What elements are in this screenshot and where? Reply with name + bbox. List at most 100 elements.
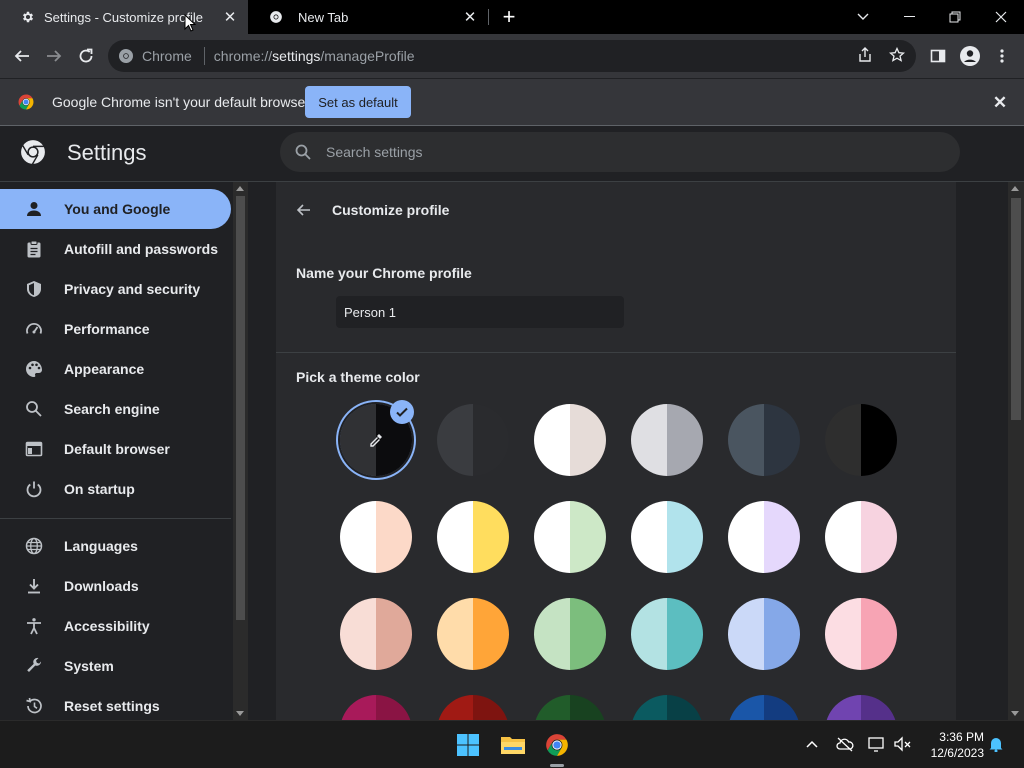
theme-color-swatch[interactable] [340,598,412,670]
main-scrollbar[interactable] [1008,182,1024,720]
chrome-taskbar-icon[interactable] [541,729,573,761]
theme-color-swatch[interactable] [437,501,509,573]
sidebar-item-system[interactable]: System [0,646,231,686]
theme-color-swatch[interactable] [728,598,800,670]
theme-color-swatch[interactable] [534,501,606,573]
network-icon[interactable] [868,736,886,754]
wrench-icon [24,656,44,676]
sidebar-item-label: Privacy and security [64,281,201,297]
minimize-button[interactable] [886,0,932,34]
reload-button[interactable] [72,42,100,70]
theme-color-label: Pick a theme color [296,369,420,385]
share-icon[interactable] [857,47,875,65]
url-host: settings [272,48,321,64]
sidebar-item-autofill[interactable]: Autofill and passwords [0,229,231,269]
theme-color-swatch[interactable] [534,404,606,476]
scrollbar-thumb[interactable] [236,196,245,620]
theme-color-swatch[interactable] [340,501,412,573]
omnibox-divider [203,47,205,65]
sidebar-item-reset-settings[interactable]: Reset settings [0,686,231,720]
power-icon [24,479,44,499]
scroll-down-arrow-icon[interactable] [236,711,244,716]
globe-icon [24,536,44,556]
onedrive-icon[interactable] [836,736,854,754]
theme-color-swatch[interactable] [631,695,703,720]
profile-avatar-icon[interactable] [956,42,984,70]
theme-color-swatch[interactable] [437,404,509,476]
theme-color-swatch[interactable] [437,695,509,720]
sidebar-item-label: Accessibility [64,618,150,634]
tab-settings[interactable]: Settings - Customize profile ✕ [0,0,248,34]
sidebar-item-search-engine[interactable]: Search engine [0,389,231,429]
sidebar-item-label: Autofill and passwords [64,241,219,257]
side-panel-icon[interactable] [924,42,952,70]
scrollbar-thumb[interactable] [1011,198,1021,420]
clock-date: 12/6/2023 [930,746,984,760]
theme-color-swatch[interactable] [825,695,897,720]
theme-color-swatch[interactable] [825,404,897,476]
close-tab-icon[interactable]: ✕ [460,7,480,27]
tab-divider [488,9,489,25]
forward-button[interactable] [40,42,68,70]
gear-icon [20,9,36,25]
theme-color-swatch[interactable] [340,695,412,720]
sidebar-item-downloads[interactable]: Downloads [0,566,231,606]
theme-color-swatch[interactable] [534,695,606,720]
sidebar-item-on-startup[interactable]: On startup [0,469,231,509]
search-icon [294,143,312,161]
toolbar: Chrome chrome://settings/manageProfile [0,34,1024,78]
chevron-up-icon[interactable] [804,736,822,754]
notification-bell-icon[interactable] [988,736,1006,754]
sidebar-item-appearance[interactable]: Appearance [0,349,231,389]
profile-name-input[interactable]: Person 1 [336,296,624,328]
restore-button[interactable] [932,0,978,34]
close-window-button[interactable] [978,0,1024,34]
chrome-logo-icon [17,93,35,111]
sidebar-item-accessibility[interactable]: Accessibility [0,606,231,646]
search-settings-input[interactable]: Search settings [280,132,960,172]
windows-start-icon[interactable] [452,729,484,761]
sidebar-item-performance[interactable]: Performance [0,309,231,349]
system-clock[interactable]: 3:36 PM 12/6/2023 [918,729,984,761]
sidebar-scrollbar[interactable] [233,182,248,720]
eyedropper-icon [368,432,384,448]
scroll-up-arrow-icon[interactable] [236,186,244,191]
theme-color-swatch[interactable] [631,501,703,573]
theme-color-swatch[interactable] [728,695,800,720]
url-scheme: chrome:// [213,48,273,64]
sidebar-item-default-browser[interactable]: Default browser [0,429,231,469]
theme-color-swatch[interactable] [631,598,703,670]
bookmark-star-icon[interactable] [888,46,907,65]
theme-color-swatch[interactable] [728,404,800,476]
sidebar-item-you-and-google[interactable]: You and Google [0,189,231,229]
back-button[interactable] [8,42,36,70]
scroll-up-arrow-icon[interactable] [1011,186,1019,191]
theme-color-swatch[interactable] [825,501,897,573]
set-as-default-button[interactable]: Set as default [305,86,411,118]
active-app-indicator [550,764,564,767]
theme-color-swatch[interactable] [534,598,606,670]
back-arrow-icon[interactable] [294,200,314,220]
subpage-title: Customize profile [332,202,450,218]
sidebar-item-privacy[interactable]: Privacy and security [0,269,231,309]
tab-new-tab[interactable]: New Tab ✕ [248,0,488,34]
close-tab-icon[interactable]: ✕ [220,7,240,27]
customize-profile-card: Customize profile Name your Chrome profi… [276,182,956,720]
tab-search-icon[interactable] [840,0,886,34]
theme-color-swatch[interactable] [728,501,800,573]
settings-sidebar: You and Google Autofill and passwords Pr… [0,182,248,720]
theme-color-swatch[interactable] [437,598,509,670]
volume-muted-icon[interactable] [894,736,912,754]
theme-color-swatch[interactable] [825,598,897,670]
theme-color-swatch[interactable] [631,404,703,476]
settings-header: Settings Search settings [0,126,1024,182]
address-bar[interactable]: Chrome chrome://settings/manageProfile [108,40,916,72]
sidebar-item-languages[interactable]: Languages [0,526,231,566]
mouse-cursor-icon [184,14,196,32]
download-icon [24,576,44,596]
new-tab-button[interactable]: + [498,6,520,28]
close-infobar-icon[interactable]: ✕ [990,93,1010,113]
more-menu-icon[interactable] [988,42,1016,70]
file-explorer-icon[interactable] [497,729,529,761]
scroll-down-arrow-icon[interactable] [1011,711,1019,716]
